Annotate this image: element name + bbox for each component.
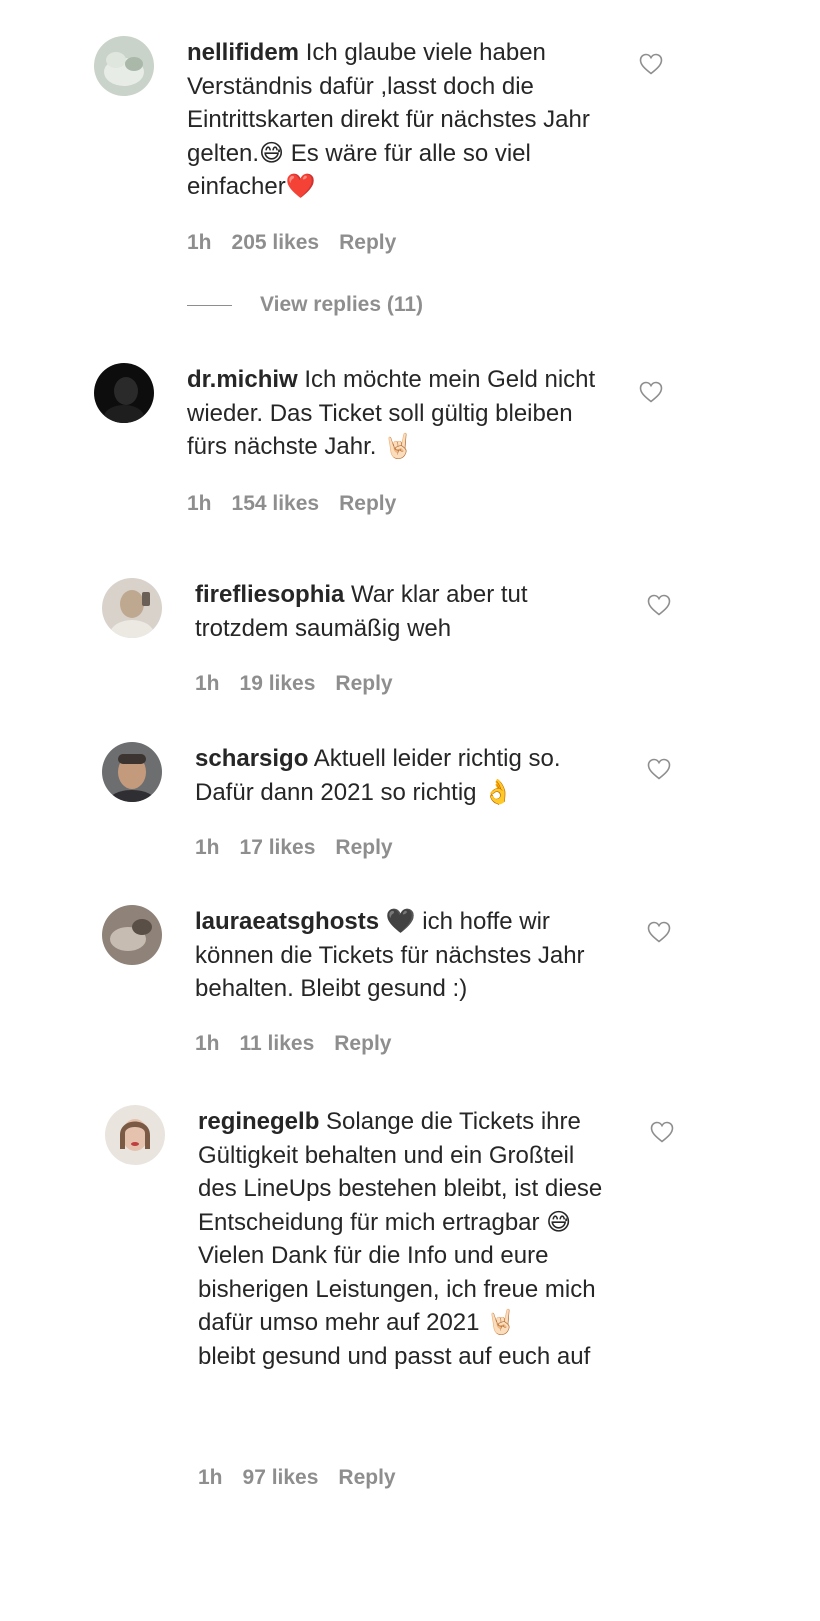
comment-text-block: firefliesophia War klar aber tut trotzde… — [195, 578, 585, 645]
comment-likes[interactable]: 17 likes — [240, 836, 316, 859]
comment-likes[interactable]: 19 likes — [240, 672, 316, 695]
avatar-image — [102, 742, 162, 802]
comment-username[interactable]: nellifidem — [187, 39, 299, 66]
reply-button[interactable]: Reply — [338, 1466, 395, 1489]
comment-meta: 1h 154 likes Reply — [187, 492, 416, 516]
avatar-image — [94, 36, 154, 96]
comment-text-block: reginegelb Solange die Tickets ihre Gült… — [198, 1105, 618, 1373]
avatar-image — [102, 905, 162, 965]
comment-text-block: nellifidem Ich glaube viele haben Verstä… — [187, 36, 607, 204]
comment-username[interactable]: dr.michiw — [187, 366, 298, 393]
comment-body: reginegelb Solange die Tickets ihre Gült… — [198, 1105, 638, 1373]
avatar[interactable] — [102, 578, 162, 638]
comment-username[interactable]: lauraeatsghosts — [195, 908, 379, 935]
avatar[interactable] — [94, 363, 154, 423]
reply-button[interactable]: Reply — [334, 1032, 391, 1055]
avatar-image — [94, 363, 154, 423]
comment-likes[interactable]: 205 likes — [232, 231, 320, 254]
comment-meta: 1h 205 likes Reply — [187, 231, 416, 255]
comment-likes[interactable]: 97 likes — [243, 1466, 319, 1489]
comment-time: 1h — [187, 231, 212, 254]
reply-button[interactable]: Reply — [335, 672, 392, 695]
comment-time: 1h — [195, 672, 220, 695]
reply-button[interactable]: Reply — [339, 492, 396, 515]
view-replies-button[interactable]: View replies (11) — [187, 293, 423, 317]
view-replies-line — [187, 304, 232, 306]
comment-body: nellifidem Ich glaube viele haben Verstä… — [187, 36, 627, 204]
comment-username[interactable]: firefliesophia — [195, 581, 344, 608]
avatar[interactable] — [94, 36, 154, 96]
avatar-image — [105, 1105, 165, 1165]
avatar[interactable] — [102, 742, 162, 802]
like-heart-icon[interactable] — [639, 53, 663, 75]
comment-text: Solange die Tickets ihre Gültigkeit beha… — [198, 1108, 603, 1370]
avatar[interactable] — [105, 1105, 165, 1165]
comment-body: firefliesophia War klar aber tut trotzde… — [195, 578, 635, 645]
comment-username[interactable]: reginegelb — [198, 1108, 319, 1135]
like-heart-icon[interactable] — [647, 594, 671, 616]
comment-meta: 1h 19 likes Reply — [195, 672, 413, 696]
reply-button[interactable]: Reply — [335, 836, 392, 859]
like-heart-icon[interactable] — [647, 921, 671, 943]
comment-meta: 1h 11 likes Reply — [195, 1032, 411, 1056]
comment-body: lauraeatsghosts 🖤 ich hoffe wir können d… — [195, 905, 635, 1006]
comment-text-block: lauraeatsghosts 🖤 ich hoffe wir können d… — [195, 905, 615, 1006]
comment-time: 1h — [198, 1466, 223, 1489]
avatar-image — [102, 578, 162, 638]
comment-time: 1h — [187, 492, 212, 515]
like-heart-icon[interactable] — [650, 1121, 674, 1143]
like-heart-icon[interactable] — [639, 381, 663, 403]
comment-time: 1h — [195, 836, 220, 859]
comment-body: scharsigo Aktuell leider richtig so. Daf… — [195, 742, 635, 809]
comment-meta: 1h 97 likes Reply — [198, 1466, 416, 1490]
view-replies-label: View replies (11) — [260, 293, 424, 316]
avatar[interactable] — [102, 905, 162, 965]
comment-text-block: scharsigo Aktuell leider richtig so. Daf… — [195, 742, 625, 809]
comment-meta: 1h 17 likes Reply — [195, 836, 413, 860]
like-heart-icon[interactable] — [647, 758, 671, 780]
comment-username[interactable]: scharsigo — [195, 745, 308, 772]
comment-text-block: dr.michiw Ich möchte mein Geld nicht wie… — [187, 363, 612, 464]
comment-time: 1h — [195, 1032, 220, 1055]
comment-likes[interactable]: 154 likes — [232, 492, 320, 515]
reply-button[interactable]: Reply — [339, 231, 396, 254]
comment-likes[interactable]: 11 likes — [240, 1032, 315, 1055]
comment-body: dr.michiw Ich möchte mein Geld nicht wie… — [187, 363, 627, 464]
